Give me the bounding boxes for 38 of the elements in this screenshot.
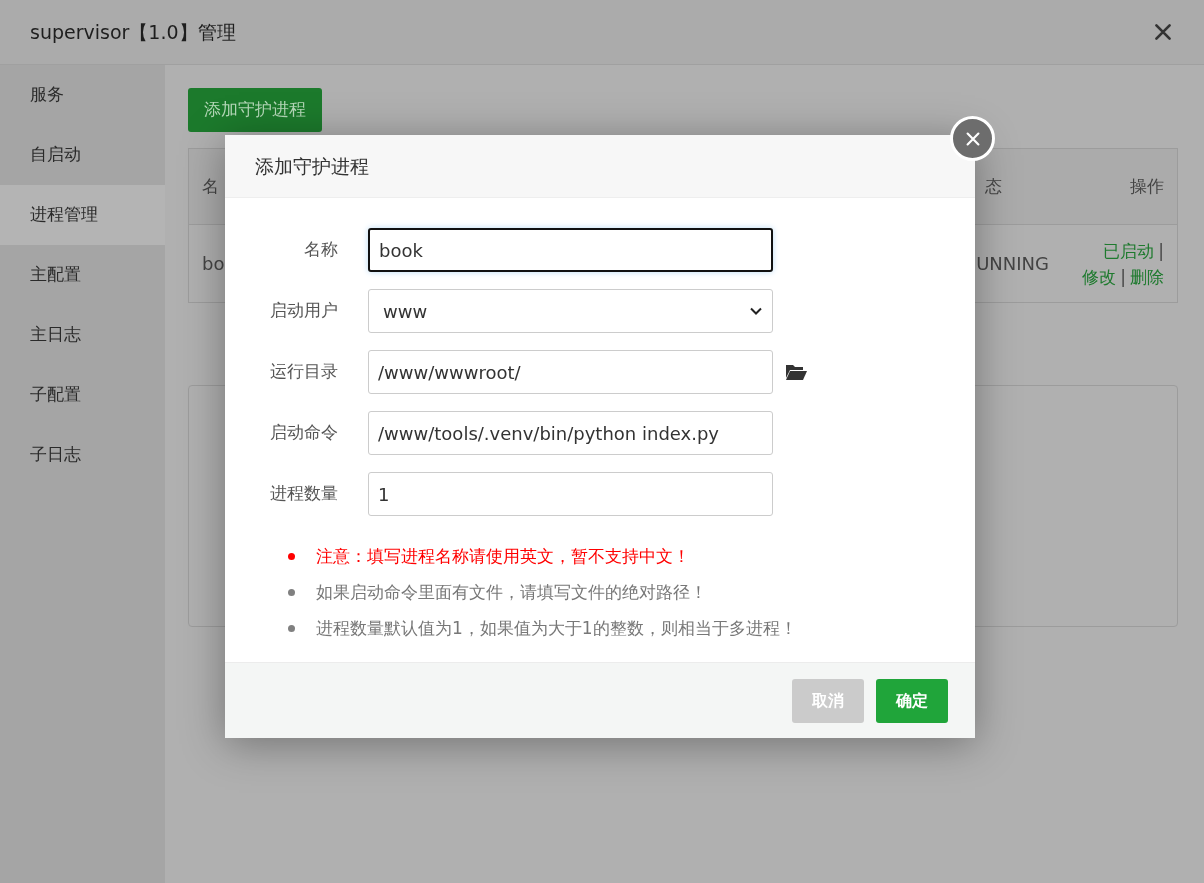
bullet-icon: [288, 588, 295, 596]
user-select[interactable]: www: [368, 289, 773, 333]
input-field[interactable]: book: [368, 228, 773, 272]
close-icon[interactable]: [963, 129, 982, 148]
sidebar-item[interactable]: 子日志: [0, 425, 165, 485]
dialog-close-button[interactable]: [950, 116, 995, 161]
close-icon[interactable]: [1152, 21, 1174, 43]
confirm-button[interactable]: 确定: [876, 678, 948, 723]
column-header: 名: [202, 174, 219, 198]
separator-text: |: [1120, 265, 1126, 289]
field-label: 启动命令: [269, 421, 339, 445]
input-field[interactable]: /www/wwwroot/: [368, 350, 773, 394]
note-text: 进程数量默认值为1，如果值为大于1的整数，则相当于多进程！: [316, 617, 797, 640]
column-header: 态: [985, 174, 1002, 198]
input-field[interactable]: /www/tools/.venv/bin/python index.py: [368, 411, 773, 455]
note-text: 注意：填写进程名称请使用英文，暂不支持中文！: [316, 545, 690, 568]
field-label: 运行目录: [269, 360, 339, 384]
sidebar-item[interactable]: 主日志: [0, 305, 165, 365]
table-cell-text: UNNING: [976, 252, 1049, 276]
sidebar-item[interactable]: 主配置: [0, 245, 165, 305]
bullet-icon: [288, 552, 295, 560]
sidebar-item[interactable]: 子配置: [0, 365, 165, 425]
sidebar-item[interactable]: 服务: [0, 65, 165, 125]
field-label: 进程数量: [269, 482, 339, 506]
table-cell-text: bo: [202, 252, 225, 276]
note-text: 如果启动命令里面有文件，请填写文件的绝对路径！: [316, 581, 707, 604]
column-header: 操作: [1130, 174, 1164, 198]
folder-icon[interactable]: [785, 363, 808, 381]
window-title: supervisor【1.0】管理: [30, 19, 236, 45]
input-field[interactable]: 1: [368, 472, 773, 516]
field-label: 名称: [303, 238, 339, 262]
sidebar-item[interactable]: 进程管理: [0, 185, 165, 245]
bullet-icon: [288, 624, 295, 632]
add-daemon-button[interactable]: 添加守护进程: [188, 88, 322, 132]
field-label: 启动用户: [269, 299, 339, 323]
separator-text: |: [1158, 239, 1164, 263]
dialog-title: 添加守护进程: [255, 153, 369, 179]
sidebar-item[interactable]: 自启动: [0, 125, 165, 185]
